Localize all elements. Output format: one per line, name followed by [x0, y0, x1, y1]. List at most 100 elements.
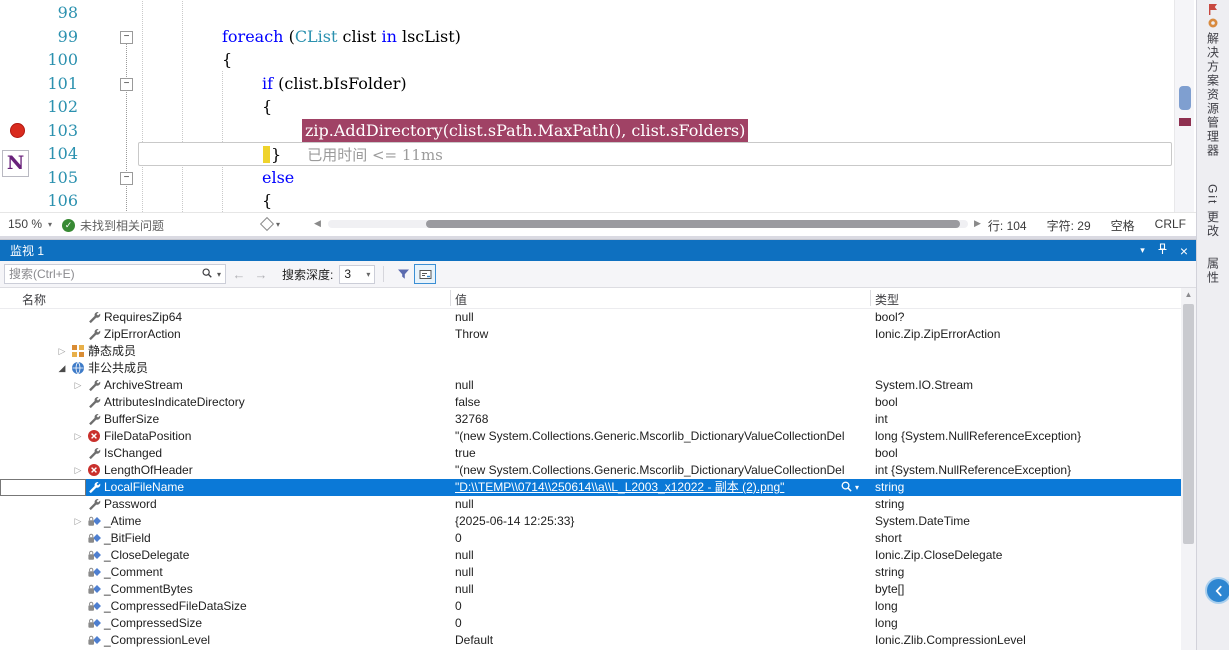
watch-panel-titlebar[interactable]: 监视 1 ▾ × — [0, 240, 1196, 261]
watch-row[interactable]: _CompressedFileDataSize0long — [0, 598, 1181, 615]
scrollbar-thumb[interactable] — [1179, 86, 1191, 110]
column-header-value[interactable]: 值 — [455, 291, 467, 308]
watch-row-name-cell[interactable]: LocalFileName — [0, 479, 450, 496]
tab-properties[interactable]: 属性 — [1205, 257, 1222, 285]
watch-row[interactable]: _CloseDelegatenullIonic.Zip.CloseDelegat… — [0, 547, 1181, 564]
search-next-button[interactable]: → — [252, 267, 270, 282]
fold-toggle-icon[interactable]: − — [120, 78, 133, 91]
watch-row[interactable]: ▷ArchiveStreamnullSystem.IO.Stream — [0, 377, 1181, 394]
document-health-indicator[interactable]: ✓ 未找到相关问题 — [62, 217, 164, 234]
char-indicator[interactable]: 字符: 29 — [1047, 217, 1091, 234]
watch-row-value[interactable] — [455, 360, 863, 377]
watch-row-name-cell[interactable]: ZipErrorAction — [0, 326, 450, 343]
watch-row-value[interactable]: null — [455, 496, 863, 513]
fold-toggle-icon[interactable]: − — [120, 172, 133, 185]
encoding-indicator[interactable]: CRLF — [1155, 217, 1186, 234]
horizontal-scrollbar-thumb[interactable] — [426, 220, 960, 228]
column-header-type[interactable]: 类型 — [875, 291, 899, 308]
filter-button[interactable] — [392, 264, 414, 284]
watch-row[interactable]: IsChangedtruebool — [0, 445, 1181, 462]
code-line-105[interactable]: else — [138, 166, 1172, 190]
breakpoint-icon[interactable] — [10, 123, 25, 138]
watch-row-name-cell[interactable]: _CompressedFileDataSize — [0, 598, 450, 615]
expand-icon[interactable]: ▷ — [72, 377, 84, 394]
expand-icon[interactable]: ▷ — [72, 513, 84, 530]
watch-row-value[interactable]: null — [455, 309, 863, 326]
line-indicator[interactable]: 行: 104 — [988, 217, 1027, 234]
watch-row-name-cell[interactable]: ◢非公共成员 — [0, 360, 450, 377]
scroll-left-icon[interactable]: ◀ — [314, 218, 321, 229]
watch-row-name-cell[interactable]: ▷_Atime — [0, 513, 450, 530]
code-editor[interactable]: 9899100101102103104105106 N −−− foreach … — [0, 0, 1196, 212]
watch-row-value[interactable]: 0 — [455, 598, 863, 615]
watch-row-name-cell[interactable]: AttributesIndicateDirectory — [0, 394, 450, 411]
watch-row[interactable]: ▷_Atime{2025-06-14 12:25:33}System.DateT… — [0, 513, 1181, 530]
watch-row-value[interactable]: "D:\\TEMP\\0714\\250614\\a\\L_L2003_x120… — [455, 479, 863, 496]
watch-row[interactable]: _BitField0short — [0, 530, 1181, 547]
pin-icon[interactable] — [1157, 243, 1168, 258]
search-depth-dropdown[interactable]: 3 ▾ — [339, 265, 375, 284]
horizontal-scrollbar[interactable] — [328, 220, 968, 228]
watch-row-name-cell[interactable]: BufferSize — [0, 411, 450, 428]
watch-row-value[interactable]: "(new System.Collections.Generic.Mscorli… — [455, 428, 863, 445]
watch-row-value[interactable] — [455, 343, 863, 360]
expand-icon[interactable]: ▷ — [56, 343, 68, 360]
visualizer-caret-icon[interactable]: ▾ — [855, 479, 859, 496]
watch-row-name-cell[interactable]: ▷静态成员 — [0, 343, 450, 360]
watch-row[interactable]: ◢非公共成员 — [0, 360, 1181, 377]
tab-git-changes[interactable]: Git 更改 — [1205, 184, 1222, 239]
code-line-104[interactable]: }已用时间 <= 11ms — [138, 142, 1172, 166]
code-line-103[interactable]: zip.AddDirectory(clist.sPath.MaxPath(), … — [138, 119, 1172, 143]
watch-row-value[interactable]: 0 — [455, 530, 863, 547]
editor-vertical-scrollbar[interactable] — [1174, 0, 1194, 212]
watch-row-value[interactable]: null — [455, 547, 863, 564]
watch-search-box[interactable]: ▾ — [4, 264, 226, 284]
fold-margin[interactable]: −−− — [118, 1, 138, 212]
code-area[interactable]: foreach (CList clist in lscList){if (cli… — [138, 1, 1172, 212]
watch-row[interactable]: AttributesIndicateDirectoryfalsebool — [0, 394, 1181, 411]
watch-row-name-cell[interactable]: ▷FileDataPosition — [0, 428, 450, 445]
scroll-up-icon[interactable]: ▲ — [1181, 290, 1196, 299]
watch-row[interactable]: ZipErrorActionThrowIonic.Zip.ZipErrorAct… — [0, 326, 1181, 343]
watch-row-value[interactable]: 0 — [455, 615, 863, 632]
watch-row-value[interactable]: 32768 — [455, 411, 863, 428]
window-position-icon[interactable]: ▾ — [1140, 245, 1145, 256]
code-lines[interactable]: foreach (CList clist in lscList){if (cli… — [138, 1, 1172, 213]
watch-row[interactable]: ▷LengthOfHeader"(new System.Collections.… — [0, 462, 1181, 479]
watch-row-name-cell[interactable]: _CommentBytes — [0, 581, 450, 598]
watch-row-name-cell[interactable]: _Comment — [0, 564, 450, 581]
scroll-right-icon[interactable]: ▶ — [974, 218, 981, 229]
code-line-106[interactable]: { — [138, 189, 1172, 213]
margin-options-control[interactable]: ▾ — [262, 219, 280, 229]
column-separator[interactable] — [450, 290, 451, 306]
search-options-caret-icon[interactable]: ▾ — [217, 270, 225, 279]
watch-vertical-scrollbar[interactable]: ▲ — [1181, 288, 1196, 650]
watch-row[interactable]: _Commentnullstring — [0, 564, 1181, 581]
expand-icon[interactable]: ▷ — [72, 428, 84, 445]
watch-row-name-cell[interactable]: _BitField — [0, 530, 450, 547]
watch-row-name-cell[interactable]: _CompressionLevel — [0, 632, 450, 649]
watch-row[interactable]: _CompressionLevelDefaultIonic.Zlib.Compr… — [0, 632, 1181, 649]
watch-row-name-cell[interactable]: _CloseDelegate — [0, 547, 450, 564]
visualizer-magnifier-icon[interactable] — [840, 480, 854, 494]
code-line-102[interactable]: { — [138, 95, 1172, 119]
expand-icon[interactable]: ▷ — [72, 462, 84, 479]
watch-row-value[interactable]: true — [455, 445, 863, 462]
search-icon[interactable] — [201, 267, 217, 282]
watch-row-value[interactable]: null — [455, 377, 863, 394]
watch-row-name-cell[interactable]: RequiresZip64 — [0, 309, 450, 326]
zoom-control[interactable]: 150 % ▾ — [8, 217, 52, 231]
watch-row[interactable]: RequiresZip64nullbool? — [0, 309, 1181, 326]
watch-row-value[interactable]: null — [455, 564, 863, 581]
watch-row-name-cell[interactable]: ▷LengthOfHeader — [0, 462, 450, 479]
code-line-99[interactable]: foreach (CList clist in lscList) — [138, 25, 1172, 49]
watch-row-value[interactable]: false — [455, 394, 863, 411]
glyph-margin[interactable] — [0, 1, 34, 212]
watch-row-value[interactable]: null — [455, 581, 863, 598]
search-previous-button[interactable]: ← — [230, 267, 248, 282]
watch-row[interactable]: LocalFileName "D:\\TEMP\\0714\\250614\\a\… — [0, 479, 1181, 496]
tab-key-toggle-button[interactable] — [414, 264, 436, 284]
watch-row-value[interactable]: {2025-06-14 12:25:33} — [455, 513, 863, 530]
watch-row[interactable]: _CommentBytesnullbyte[] — [0, 581, 1181, 598]
watch-row[interactable]: BufferSize32768int — [0, 411, 1181, 428]
